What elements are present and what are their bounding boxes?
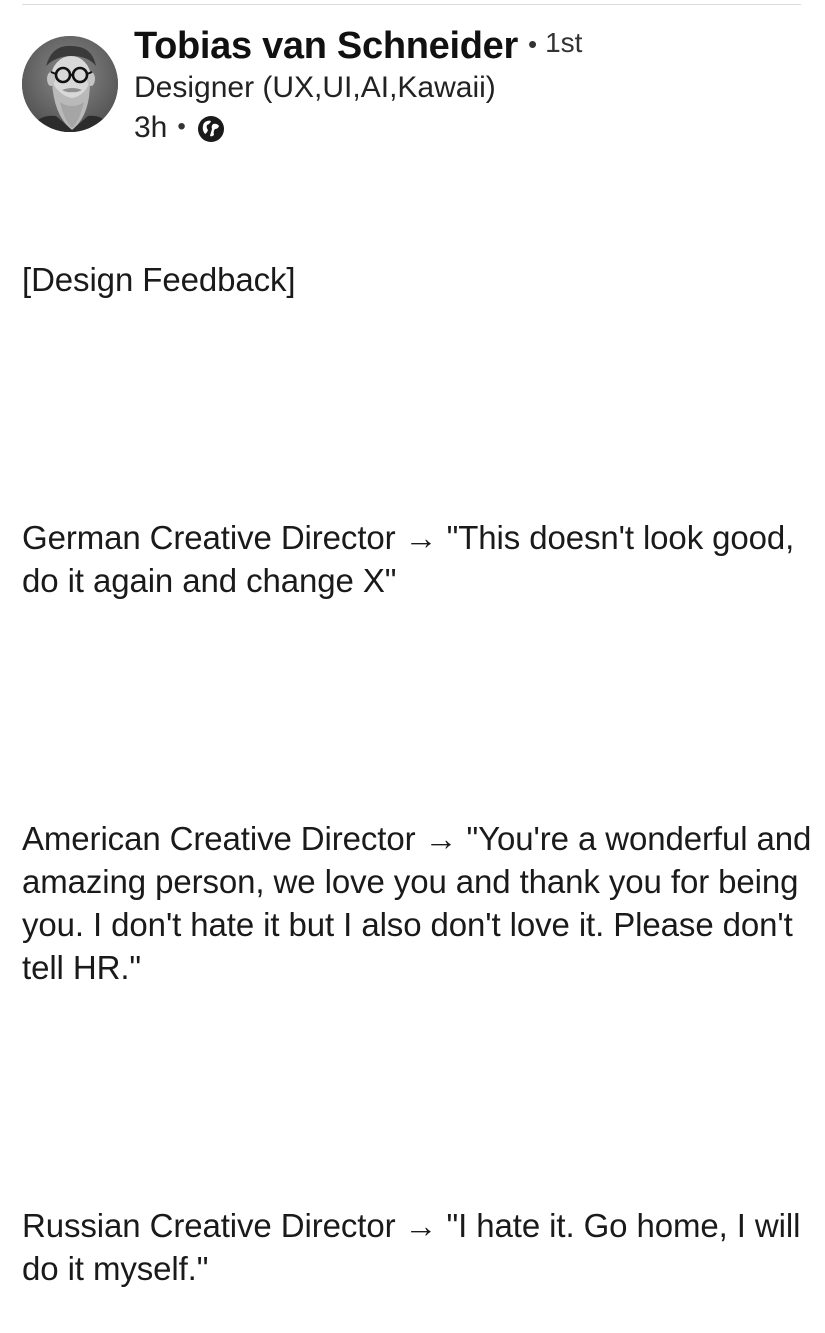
author-name-row: Tobias van Schneider • 1st bbox=[134, 24, 582, 68]
paragraph-russian: Russian Creative Director → "I hate it. … bbox=[22, 1207, 810, 1287]
paragraph-german: German Creative Director → "This doesn't… bbox=[22, 519, 804, 599]
avatar[interactable] bbox=[22, 36, 118, 132]
post-timestamp: 3h bbox=[134, 111, 168, 144]
avatar-portrait bbox=[22, 36, 118, 132]
connection-degree: 1st bbox=[545, 27, 583, 58]
separator-dot: • bbox=[527, 28, 538, 59]
globe-icon bbox=[196, 114, 226, 144]
paragraph-american: American Creative Director → "You're a w… bbox=[22, 820, 821, 986]
author-headline: Designer (UX,UI,AI,Kawaii) bbox=[134, 71, 496, 104]
separator-dot: • bbox=[177, 113, 186, 140]
top-divider bbox=[22, 4, 801, 5]
post-time-row: 3h • bbox=[134, 108, 582, 148]
author-meta: Tobias van Schneider • 1st Designer (UX,… bbox=[134, 24, 582, 148]
post-body: [Design Feedback] German Creative Direct… bbox=[22, 172, 812, 1333]
post-title: [Design Feedback] bbox=[22, 261, 296, 298]
author-name[interactable]: Tobias van Schneider bbox=[134, 25, 518, 68]
post-header: Tobias van Schneider • 1st Designer (UX,… bbox=[22, 25, 801, 146]
